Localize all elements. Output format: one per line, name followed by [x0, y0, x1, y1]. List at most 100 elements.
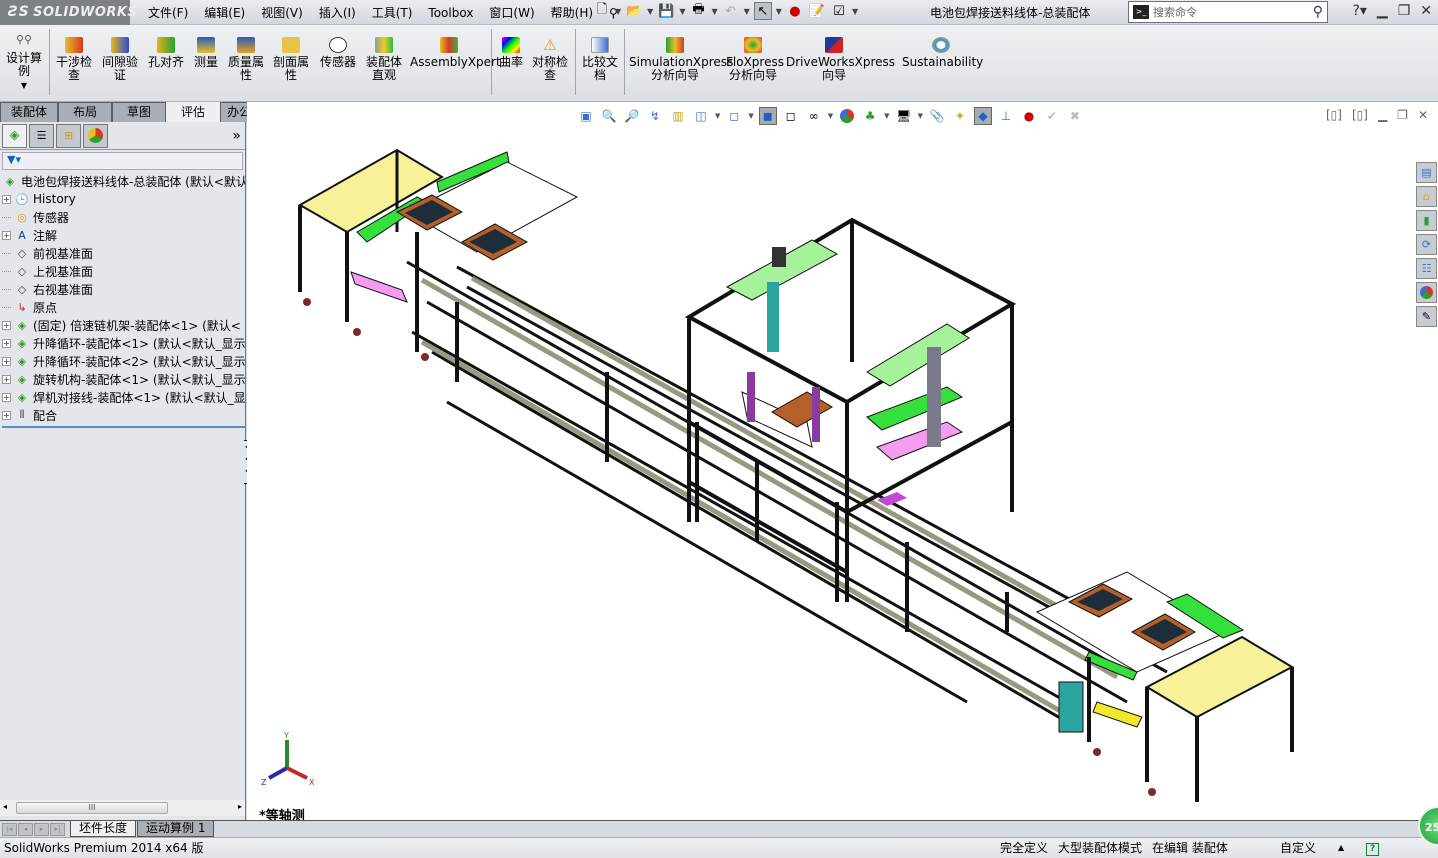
appearances-icon[interactable] [1416, 282, 1437, 303]
design-library-icon[interactable]: ▮ [1416, 210, 1437, 231]
undo-icon[interactable]: ↶ [722, 2, 740, 20]
property-manager-tab[interactable]: ☰ [29, 123, 54, 148]
rebuild-icon[interactable]: ● [786, 2, 804, 20]
next-tab-icon[interactable]: ▸ [34, 823, 49, 836]
display-manager-tab[interactable] [83, 123, 108, 148]
solidworks-resources-icon[interactable]: ▤ [1416, 162, 1437, 183]
custom-properties-icon[interactable]: ✎ [1416, 306, 1437, 327]
menu-insert[interactable]: 插入(I) [319, 4, 356, 21]
tree-item[interactable]: + ◈ 旋转机构-装配体<1> (默认<默认_显示 [2, 370, 245, 388]
last-tab-icon[interactable]: ▸| [50, 823, 65, 836]
search-commands[interactable]: >_ 搜索命令 ⚲ [1128, 1, 1328, 23]
assemblyxpert-button[interactable]: AssemblyXpert [410, 37, 501, 69]
assembly-visualization-button[interactable]: 装配体直观 [363, 37, 405, 82]
sustainability-button[interactable]: Sustainability [902, 37, 983, 69]
select-icon[interactable]: ↖ [753, 2, 772, 20]
assembly-model[interactable] [247, 102, 1438, 820]
units-selector[interactable]: 自定义 [1280, 838, 1316, 858]
quick-tips-icon[interactable]: ? [1366, 843, 1380, 856]
scroll-left-icon[interactable]: ◂ [3, 802, 7, 811]
mass-properties-button[interactable]: 质量属性 [226, 37, 266, 82]
curvature-button[interactable]: 曲率 [496, 37, 526, 69]
coordinate-triad: Y Z X [261, 731, 315, 787]
expand-icon[interactable]: + [2, 374, 11, 384]
search-icon[interactable]: ⚲ [1313, 4, 1323, 20]
menu-tools[interactable]: 工具(T) [372, 4, 413, 21]
tab-motion-study-1[interactable]: 运动算例 1 [137, 821, 215, 837]
tree-item[interactable]: ◎ 传感器 [2, 208, 245, 226]
tree-item[interactable]: ◇ 前视基准面 [2, 244, 245, 262]
search-input[interactable]: 搜索命令 [1153, 4, 1313, 20]
tree-item[interactable]: ◇ 上视基准面 [2, 262, 245, 280]
hole-alignment-button[interactable]: 孔对齐 [146, 37, 186, 69]
tab-assembly[interactable]: 装配体 [0, 102, 59, 122]
file-explorer-refresh-icon[interactable]: ⟳ [1416, 234, 1437, 255]
tree-item[interactable]: ◇ 右视基准面 [2, 280, 245, 298]
tab-evaluate[interactable]: 评估 [166, 102, 221, 122]
close-button[interactable]: ✕ [1420, 3, 1432, 19]
tree-root[interactable]: ◈ 电池包焊接送料线体-总装配体 (默认<默认 [2, 172, 245, 190]
configuration-manager-tab[interactable]: ⊞ [56, 123, 81, 148]
tree-item[interactable]: + ⫴ 配合 [2, 406, 245, 424]
save-icon[interactable]: 💾 [657, 2, 675, 20]
tree-item[interactable]: + ◈ (固定) 倍速链机架-装配体<1> (默认< [2, 316, 245, 334]
menu-help[interactable]: 帮助(H) [551, 4, 593, 21]
horizontal-scrollbar[interactable]: ◂ III ▸ [0, 800, 245, 816]
menu-file[interactable]: 文件(F) [148, 4, 188, 21]
first-tab-icon[interactable]: |◂ [2, 823, 17, 836]
tree-item[interactable]: ↳ 原点 [2, 298, 245, 316]
tree-item[interactable]: + ◈ 升降循环-装配体<1> (默认<默认_显示 [2, 334, 245, 352]
solidworks-logo[interactable]: ƧS SOLIDWORKS [0, 0, 137, 25]
tree-item[interactable]: + ◈ 升降循环-装配体<2> (默认<默认_显示 [2, 352, 245, 370]
scroll-right-icon[interactable]: ▸ [238, 802, 242, 811]
open-icon[interactable]: 📂 [625, 2, 643, 20]
menu-window[interactable]: 窗口(W) [489, 4, 534, 21]
section-properties-button[interactable]: 剖面属性 [271, 37, 311, 82]
tab-sketch[interactable]: 草图 [112, 102, 167, 122]
prev-tab-icon[interactable]: ◂ [18, 823, 33, 836]
scroll-thumb[interactable]: III [16, 802, 168, 814]
menu-view[interactable]: 视图(V) [261, 4, 303, 21]
expand-up-icon[interactable]: ▲ [1338, 838, 1344, 858]
measure-button[interactable]: 测量 [190, 37, 222, 69]
tree-item[interactable]: + A 注解 [2, 226, 245, 244]
expand-icon[interactable]: + [2, 320, 11, 330]
expand-icon[interactable]: + [2, 392, 11, 402]
tree-item[interactable]: + ◈ 焊机对接线-装配体<1> (默认<默认_显 [2, 388, 245, 406]
compare-documents-button[interactable]: 比较文档 [580, 37, 620, 82]
help-icon[interactable]: ?▾ [1352, 3, 1366, 19]
menu-edit[interactable]: 编辑(E) [204, 4, 245, 21]
expand-icon[interactable]: + [2, 356, 11, 366]
new-document-icon[interactable]: 🗋 [593, 2, 611, 20]
options-icon[interactable]: ☑ [830, 2, 848, 20]
expand-icon[interactable]: + [2, 194, 11, 204]
clearance-verification-button[interactable]: 间隙验证 [98, 37, 142, 82]
expand-icon[interactable]: + [2, 230, 11, 240]
symmetry-check-button[interactable]: ⚠ 对称检查 [530, 37, 570, 82]
floxpress-button[interactable]: FloXpress 分析向导 [726, 37, 784, 82]
sensor-button[interactable]: 传感器 [318, 37, 358, 69]
driveworksxpress-button[interactable]: DriveWorksXpress 向导 [786, 37, 895, 82]
home-icon[interactable]: ⌂ [1416, 186, 1437, 207]
tree-item[interactable]: + 🕒 History [2, 190, 245, 208]
expand-icon[interactable]: + [2, 410, 11, 420]
expand-panel-icon[interactable]: » [232, 128, 241, 144]
minimize-button[interactable]: ▁ [1377, 3, 1388, 19]
file-properties-icon[interactable]: 📝 [808, 2, 826, 20]
print-icon[interactable]: 🖶 [689, 2, 707, 20]
simulationxpress-button[interactable]: SimulationXpress 分析向导 [629, 37, 733, 82]
design-study-button[interactable]: ⚲⚲ 设计算例 ▼ [4, 33, 44, 92]
menu-toolbox[interactable]: Toolbox [428, 6, 473, 20]
tab-layout[interactable]: 布局 [58, 102, 113, 122]
view-palette-icon[interactable]: ☷ [1416, 258, 1437, 279]
tab-model[interactable]: 坯件长度 [70, 821, 137, 837]
expand-icon[interactable]: + [2, 338, 11, 348]
subassembly-icon: ◈ [17, 354, 27, 368]
restore-button[interactable]: ❐ [1398, 3, 1411, 19]
tree-filter[interactable]: ▼▾ [2, 152, 243, 170]
rollback-bar[interactable] [2, 426, 246, 428]
status-bar: SolidWorks Premium 2014 x64 版 完全定义 大型装配体… [0, 837, 1438, 858]
interference-check-button[interactable]: 干涉检查 [54, 37, 94, 82]
feature-manager-tab[interactable]: ◈ [2, 123, 27, 148]
graphics-area[interactable]: ▣ 🔍 🔎 ↯ ▥ ◫ ▼ ◻ ▼ ◼ ◻ ∞ ▼ ♣ ▼ 🖥 ▼ 📎 ✦ ◆ ⊥ ● ✔… [247, 102, 1438, 824]
